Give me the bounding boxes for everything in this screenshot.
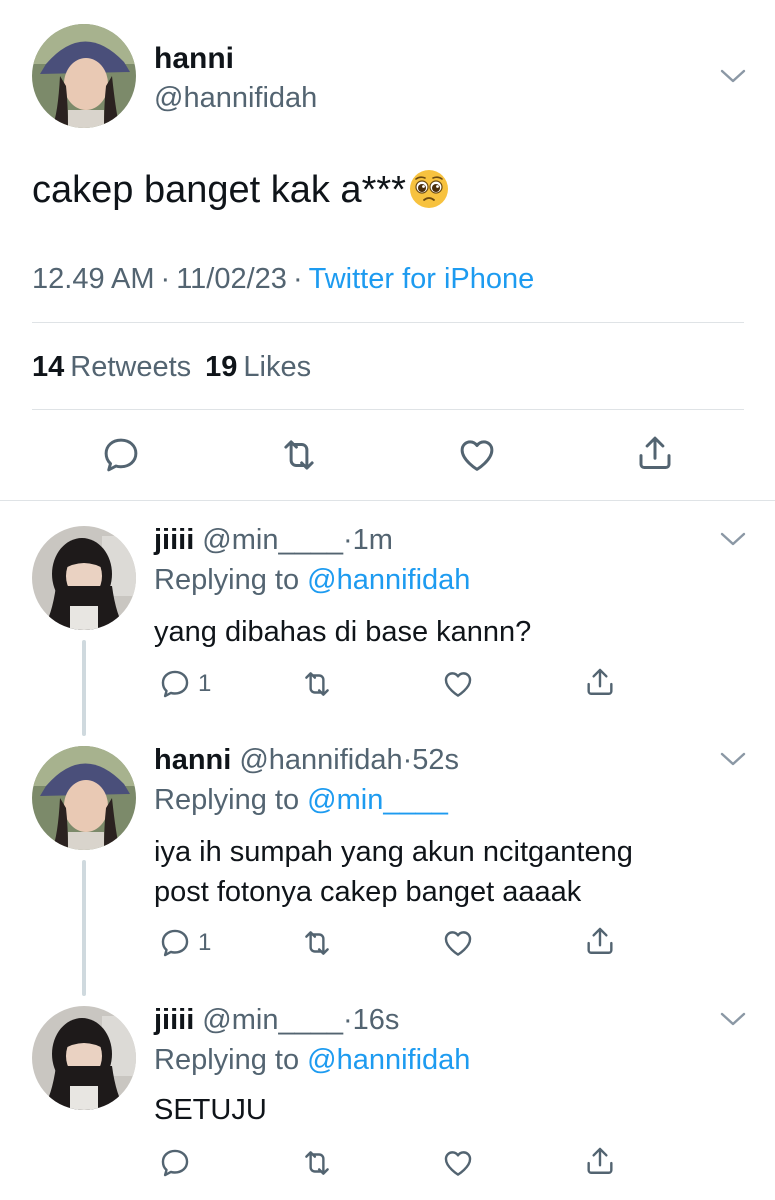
like-icon[interactable]: [441, 926, 475, 960]
chevron-down-icon[interactable]: [720, 68, 746, 84]
user-handle[interactable]: @hannifidah: [239, 744, 402, 776]
retweet-icon[interactable]: [300, 1146, 334, 1180]
likes-label: Likes: [243, 351, 312, 383]
retweets-stat[interactable]: 14 Retweets: [32, 351, 205, 383]
replying-to-handle[interactable]: @hannifidah: [307, 1044, 470, 1076]
display-name[interactable]: hanni: [154, 744, 231, 776]
display-name[interactable]: jiiii: [154, 524, 194, 556]
share-icon[interactable]: [634, 432, 676, 474]
tweet-source-link[interactable]: Twitter for iPhone: [309, 263, 535, 295]
chevron-down-icon[interactable]: [720, 1011, 746, 1027]
replying-to: Replying to @hannifidah: [154, 564, 470, 597]
reply-header: jiiii @min____·16s: [154, 1004, 399, 1037]
avatar[interactable]: [32, 1006, 136, 1110]
reply-icon[interactable]: [158, 1146, 192, 1180]
retweet-icon[interactable]: [300, 667, 334, 701]
replying-label: Replying to: [154, 784, 300, 816]
tweet-text-content: cakep banget kak a***: [32, 169, 406, 211]
display-name[interactable]: jiiii: [154, 1004, 194, 1036]
share-icon[interactable]: [583, 1144, 617, 1178]
tweet-text: cakep banget kak a***: [32, 168, 450, 212]
likes-count: 19: [205, 351, 238, 383]
share-icon[interactable]: [583, 665, 617, 699]
replying-to: Replying to @min____: [154, 784, 448, 817]
meta-separator: ·: [292, 263, 303, 295]
reply-action[interactable]: 1: [158, 926, 211, 960]
pleading-face-emoji: [408, 168, 450, 210]
display-name[interactable]: hanni: [154, 42, 234, 76]
user-handle[interactable]: @hannifidah: [154, 82, 317, 115]
user-handle[interactable]: @min____: [202, 524, 343, 556]
share-icon[interactable]: [583, 924, 617, 958]
tweet-meta: 12.49 AM · 11/02/23 · Twitter for iPhone: [32, 263, 534, 296]
likes-stat[interactable]: 19 Likes: [205, 351, 325, 383]
meta-separator: ·: [160, 263, 171, 295]
thread-line: [82, 640, 86, 736]
like-icon[interactable]: [456, 434, 498, 476]
reply-icon: [161, 929, 189, 957]
reply-time: ·16s: [342, 1004, 400, 1036]
reply-count: 1: [198, 670, 212, 697]
reply-text: yang dibahas di base kannn?: [154, 612, 531, 652]
retweets-count: 14: [32, 351, 65, 383]
like-icon[interactable]: [441, 1146, 475, 1180]
reply-header: hanni @hannifidah·52s: [154, 744, 459, 777]
user-handle[interactable]: @min____: [202, 1004, 343, 1036]
chevron-down-icon[interactable]: [720, 751, 746, 767]
replying-to-handle[interactable]: @min____: [307, 784, 448, 816]
reply-count: 1: [198, 929, 212, 956]
main-tweet: hanni @hannifidah cakep banget kak a*** …: [0, 0, 775, 500]
reply-text-line: yang dibahas di base kannn?: [154, 616, 532, 648]
reply-header: jiiii @min____·1m: [154, 524, 393, 557]
avatar[interactable]: [32, 24, 136, 128]
thread-line: [82, 860, 86, 996]
avatar[interactable]: [32, 746, 136, 850]
reply-text-line: SETUJU: [154, 1094, 267, 1126]
replying-to: Replying to @hannifidah: [154, 1044, 470, 1077]
section-divider: [0, 500, 775, 501]
reply-time: ·52s: [402, 744, 460, 776]
avatar[interactable]: [32, 526, 136, 630]
chevron-down-icon[interactable]: [720, 531, 746, 547]
like-icon[interactable]: [441, 667, 475, 701]
reply-text-line: iya ih sumpah yang akun ncitganteng: [154, 836, 633, 868]
retweet-icon[interactable]: [277, 434, 321, 476]
replying-to-handle[interactable]: @hannifidah: [307, 564, 470, 596]
tweet-time: 12.49 AM: [32, 263, 155, 295]
reply-text-line: post fotonya cakep banget aaaak: [154, 876, 582, 908]
reply-icon[interactable]: [100, 434, 142, 476]
tweet-date: 11/02/23: [176, 263, 287, 295]
reply-icon: [161, 670, 189, 698]
replying-label: Replying to: [154, 564, 300, 596]
reply-text: SETUJU: [154, 1090, 267, 1130]
reply-time: ·1m: [342, 524, 393, 556]
divider: [32, 409, 744, 410]
replying-label: Replying to: [154, 1044, 300, 1076]
retweet-icon[interactable]: [300, 926, 334, 960]
tweet-stats: 14 Retweets 19 Likes: [32, 351, 325, 384]
reply-text: iya ih sumpah yang akun ncitganteng post…: [154, 832, 633, 912]
retweets-label: Retweets: [70, 351, 192, 383]
reply-action[interactable]: 1: [158, 667, 211, 701]
divider: [32, 322, 744, 323]
